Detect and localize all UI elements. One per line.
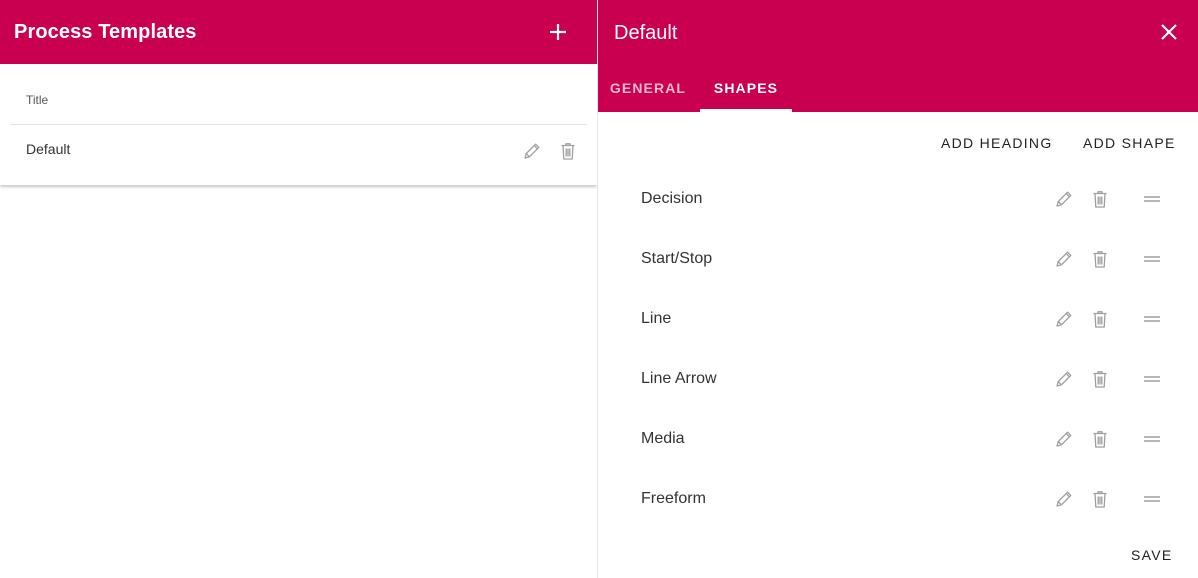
tab-shapes[interactable]: SHAPES [700, 64, 792, 112]
trash-icon [1093, 491, 1107, 508]
active-tab-indicator [700, 109, 792, 112]
template-title: Default [26, 141, 71, 157]
detail-title: Default [614, 22, 678, 44]
delete-shape-button[interactable] [1088, 187, 1112, 211]
trash-icon [1093, 251, 1107, 268]
drag-handle[interactable] [1140, 187, 1164, 211]
drag-handle-icon [1144, 376, 1160, 382]
shape-label: Freeform [641, 490, 706, 507]
detail-header: Default GENERAL SHAPES [598, 0, 1198, 112]
pencil-icon [1056, 311, 1072, 327]
plus-icon [550, 24, 566, 40]
add-heading-button[interactable]: ADD HEADING [941, 134, 1053, 152]
edit-shape-button[interactable] [1052, 187, 1076, 211]
drag-handle[interactable] [1140, 247, 1164, 271]
shape-label: Line [641, 310, 672, 327]
column-header-title: Title [26, 93, 49, 107]
list-item[interactable]: Decision [598, 169, 1198, 229]
drag-handle-icon [1144, 256, 1160, 262]
list-item[interactable]: Start/Stop [598, 229, 1198, 289]
drag-handle-icon [1144, 316, 1160, 322]
add-shape-button[interactable]: ADD SHAPE [1083, 134, 1176, 152]
edit-template-button[interactable] [520, 139, 544, 163]
edit-shape-button[interactable] [1052, 247, 1076, 271]
drag-handle-icon [1144, 496, 1160, 502]
delete-shape-button[interactable] [1088, 247, 1112, 271]
edit-shape-button[interactable] [1052, 487, 1076, 511]
list-item[interactable]: Line Arrow [598, 349, 1198, 409]
close-icon [1161, 24, 1177, 40]
edit-shape-button[interactable] [1052, 427, 1076, 451]
delete-shape-button[interactable] [1088, 487, 1112, 511]
edit-shape-button[interactable] [1052, 367, 1076, 391]
list-item[interactable]: Line [598, 289, 1198, 349]
list-item[interactable]: Freeform [598, 469, 1198, 529]
delete-template-button[interactable] [556, 139, 580, 163]
drag-handle-icon [1144, 196, 1160, 202]
delete-shape-button[interactable] [1088, 367, 1112, 391]
pencil-icon [1056, 491, 1072, 507]
shape-label: Line Arrow [641, 370, 717, 387]
shape-label: Start/Stop [641, 250, 713, 267]
save-button[interactable]: SAVE [1131, 546, 1173, 564]
page-title: Process Templates [14, 21, 197, 43]
edit-shape-button[interactable] [1052, 307, 1076, 331]
drag-handle[interactable] [1140, 367, 1164, 391]
pencil-icon [1056, 371, 1072, 387]
trash-icon [1093, 431, 1107, 448]
drag-handle-icon [1144, 436, 1160, 442]
drag-handle[interactable] [1140, 487, 1164, 511]
pencil-icon [1056, 191, 1072, 207]
delete-shape-button[interactable] [1088, 427, 1112, 451]
trash-icon [1093, 191, 1107, 208]
templates-pane: Process Templates Title Default [0, 0, 597, 578]
pencil-icon [1056, 431, 1072, 447]
trash-icon [1093, 371, 1107, 388]
drag-handle[interactable] [1140, 427, 1164, 451]
pencil-icon [524, 143, 540, 159]
shape-label: Media [641, 430, 685, 447]
pencil-icon [1056, 251, 1072, 267]
delete-shape-button[interactable] [1088, 307, 1112, 331]
divider [10, 124, 587, 125]
templates-table: Title Default [0, 64, 597, 185]
add-template-button[interactable] [540, 14, 576, 50]
app-root: Process Templates Title Default Default … [0, 0, 1198, 578]
trash-icon [1093, 311, 1107, 328]
close-button[interactable] [1157, 20, 1181, 44]
list-item[interactable]: Media [598, 409, 1198, 469]
shape-label: Decision [641, 190, 703, 207]
tab-general[interactable]: GENERAL [598, 64, 698, 112]
trash-icon [561, 143, 575, 160]
templates-header: Process Templates [0, 0, 597, 64]
drag-handle[interactable] [1140, 307, 1164, 331]
